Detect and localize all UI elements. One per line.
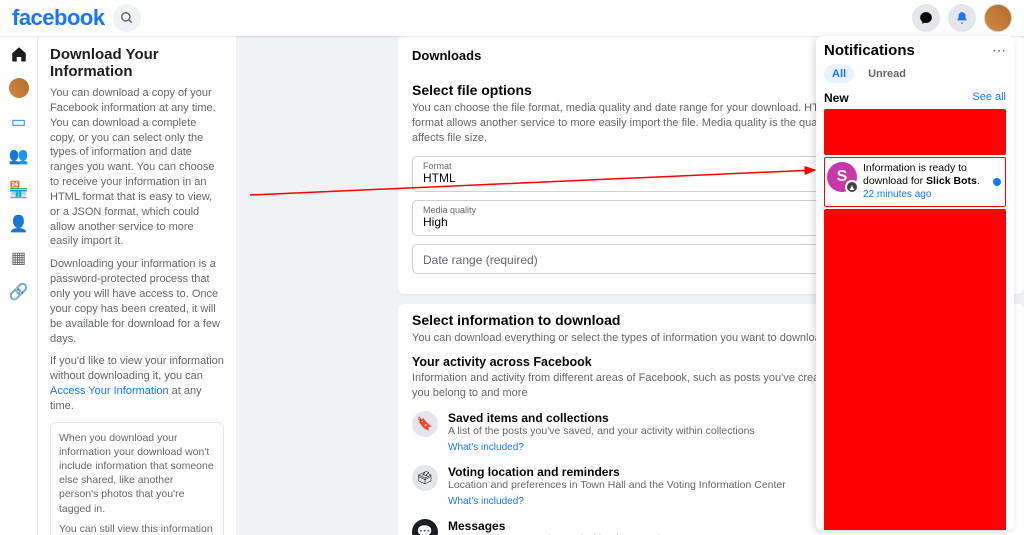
link-icon[interactable]: 🔗 [9,282,29,302]
bell-icon [955,11,969,25]
notif-timestamp: 22 minutes ago [863,189,931,200]
notif-tab-unread[interactable]: Unread [860,65,914,83]
notif-text: Information is ready to download for Sli… [863,162,1003,202]
notif-tab-all[interactable]: All [824,65,854,83]
item-title: Saved items and collections [448,411,755,425]
marketplace-icon[interactable]: 🏪 [9,180,29,200]
bookmark-icon: 🔖 [412,411,438,437]
note-box: When you download your information your … [50,422,224,535]
info-sidebar: Download Your Information You can downlo… [38,36,236,535]
friends-icon[interactable]: 👥 [9,146,29,166]
notif-see-all-link[interactable]: See all [972,91,1006,105]
account-avatar[interactable] [984,4,1012,32]
sidebar-heading: Download Your Information [50,46,224,80]
notification-item-download-ready[interactable]: S ▲ Information is ready to download for… [824,157,1006,207]
notifications-menu-icon[interactable]: ⋯ [992,42,1006,59]
redacted-block [824,209,1006,530]
note-text-2: You can still view this information anyt… [59,522,215,535]
notifications-panel: Notifications ⋯ All Unread New See all S… [816,36,1014,530]
item-desc: A list of the posts you've saved, and yo… [448,425,755,437]
item-title: Messages [448,519,735,533]
messenger-icon [919,11,933,25]
notif-avatar: S ▲ [827,162,857,192]
unread-dot-icon [993,178,1001,186]
redacted-block [824,109,1006,155]
whats-included-link[interactable]: What's included? [448,442,524,453]
access-your-information-link[interactable]: Access Your Information [50,385,169,397]
download-badge-icon: ▲ [845,180,859,194]
ballot-icon: 🗳 [412,465,438,491]
messenger-button[interactable] [912,4,940,32]
item-title: Voting location and reminders [448,465,786,479]
messenger-icon: 💬 [412,519,438,535]
notifications-heading: Notifications [824,42,915,59]
note-text-1: When you download your information your … [59,431,215,516]
top-bar: facebook [0,0,1024,36]
search-icon [120,11,134,25]
notifications-button[interactable] [948,4,976,32]
sidebar-p1: You can download a copy of your Facebook… [50,86,224,249]
sidebar-p3: If you'd like to view your information w… [50,354,224,413]
item-desc: Location and preferences in Town Hall an… [448,479,786,491]
search-button[interactable] [113,4,141,32]
profile-mini-avatar[interactable] [9,78,29,98]
facebook-logo[interactable]: facebook [12,5,105,31]
whats-included-link[interactable]: What's included? [448,496,524,507]
sidebar-p2: Downloading your information is a passwo… [50,257,224,346]
home-icon[interactable] [9,44,29,64]
notif-section-new: New [824,91,849,105]
groups-icon[interactable]: 👤 [9,214,29,234]
watch-icon[interactable]: ▭ [9,112,29,132]
apps-grid-icon[interactable]: ▦ [9,248,29,268]
tab-downloads[interactable]: Downloads [412,48,481,63]
left-rail: ▭ 👥 🏪 👤 ▦ 🔗 [0,36,38,535]
